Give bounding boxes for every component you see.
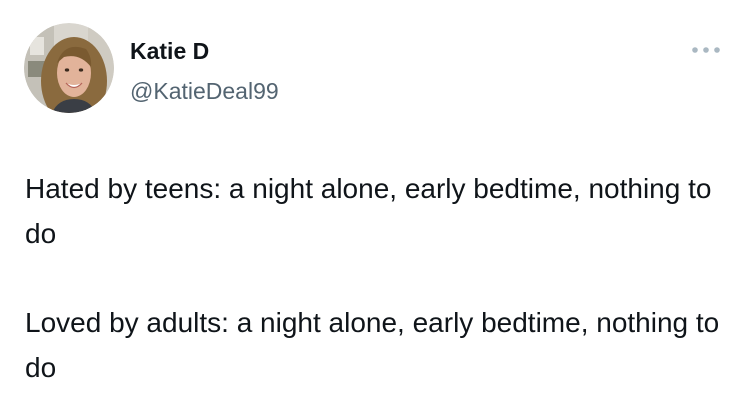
more-horizontal-icon: [692, 47, 720, 53]
author-handle[interactable]: @KatieDeal99: [130, 77, 279, 105]
tweet-text: Hated by teens: a night alone, early bed…: [25, 166, 725, 390]
author-display-name[interactable]: Katie D: [130, 37, 209, 65]
more-options-button[interactable]: [686, 40, 726, 60]
tweet-paragraph: Hated by teens: a night alone, early bed…: [25, 173, 712, 249]
tweet-card: Katie D @KatieDeal99 Hated by teens: a n…: [0, 0, 750, 409]
author-avatar[interactable]: [24, 23, 114, 113]
profile-photo-icon: [24, 23, 114, 113]
tweet-paragraph: Loved by adults: a night alone, early be…: [25, 307, 720, 383]
